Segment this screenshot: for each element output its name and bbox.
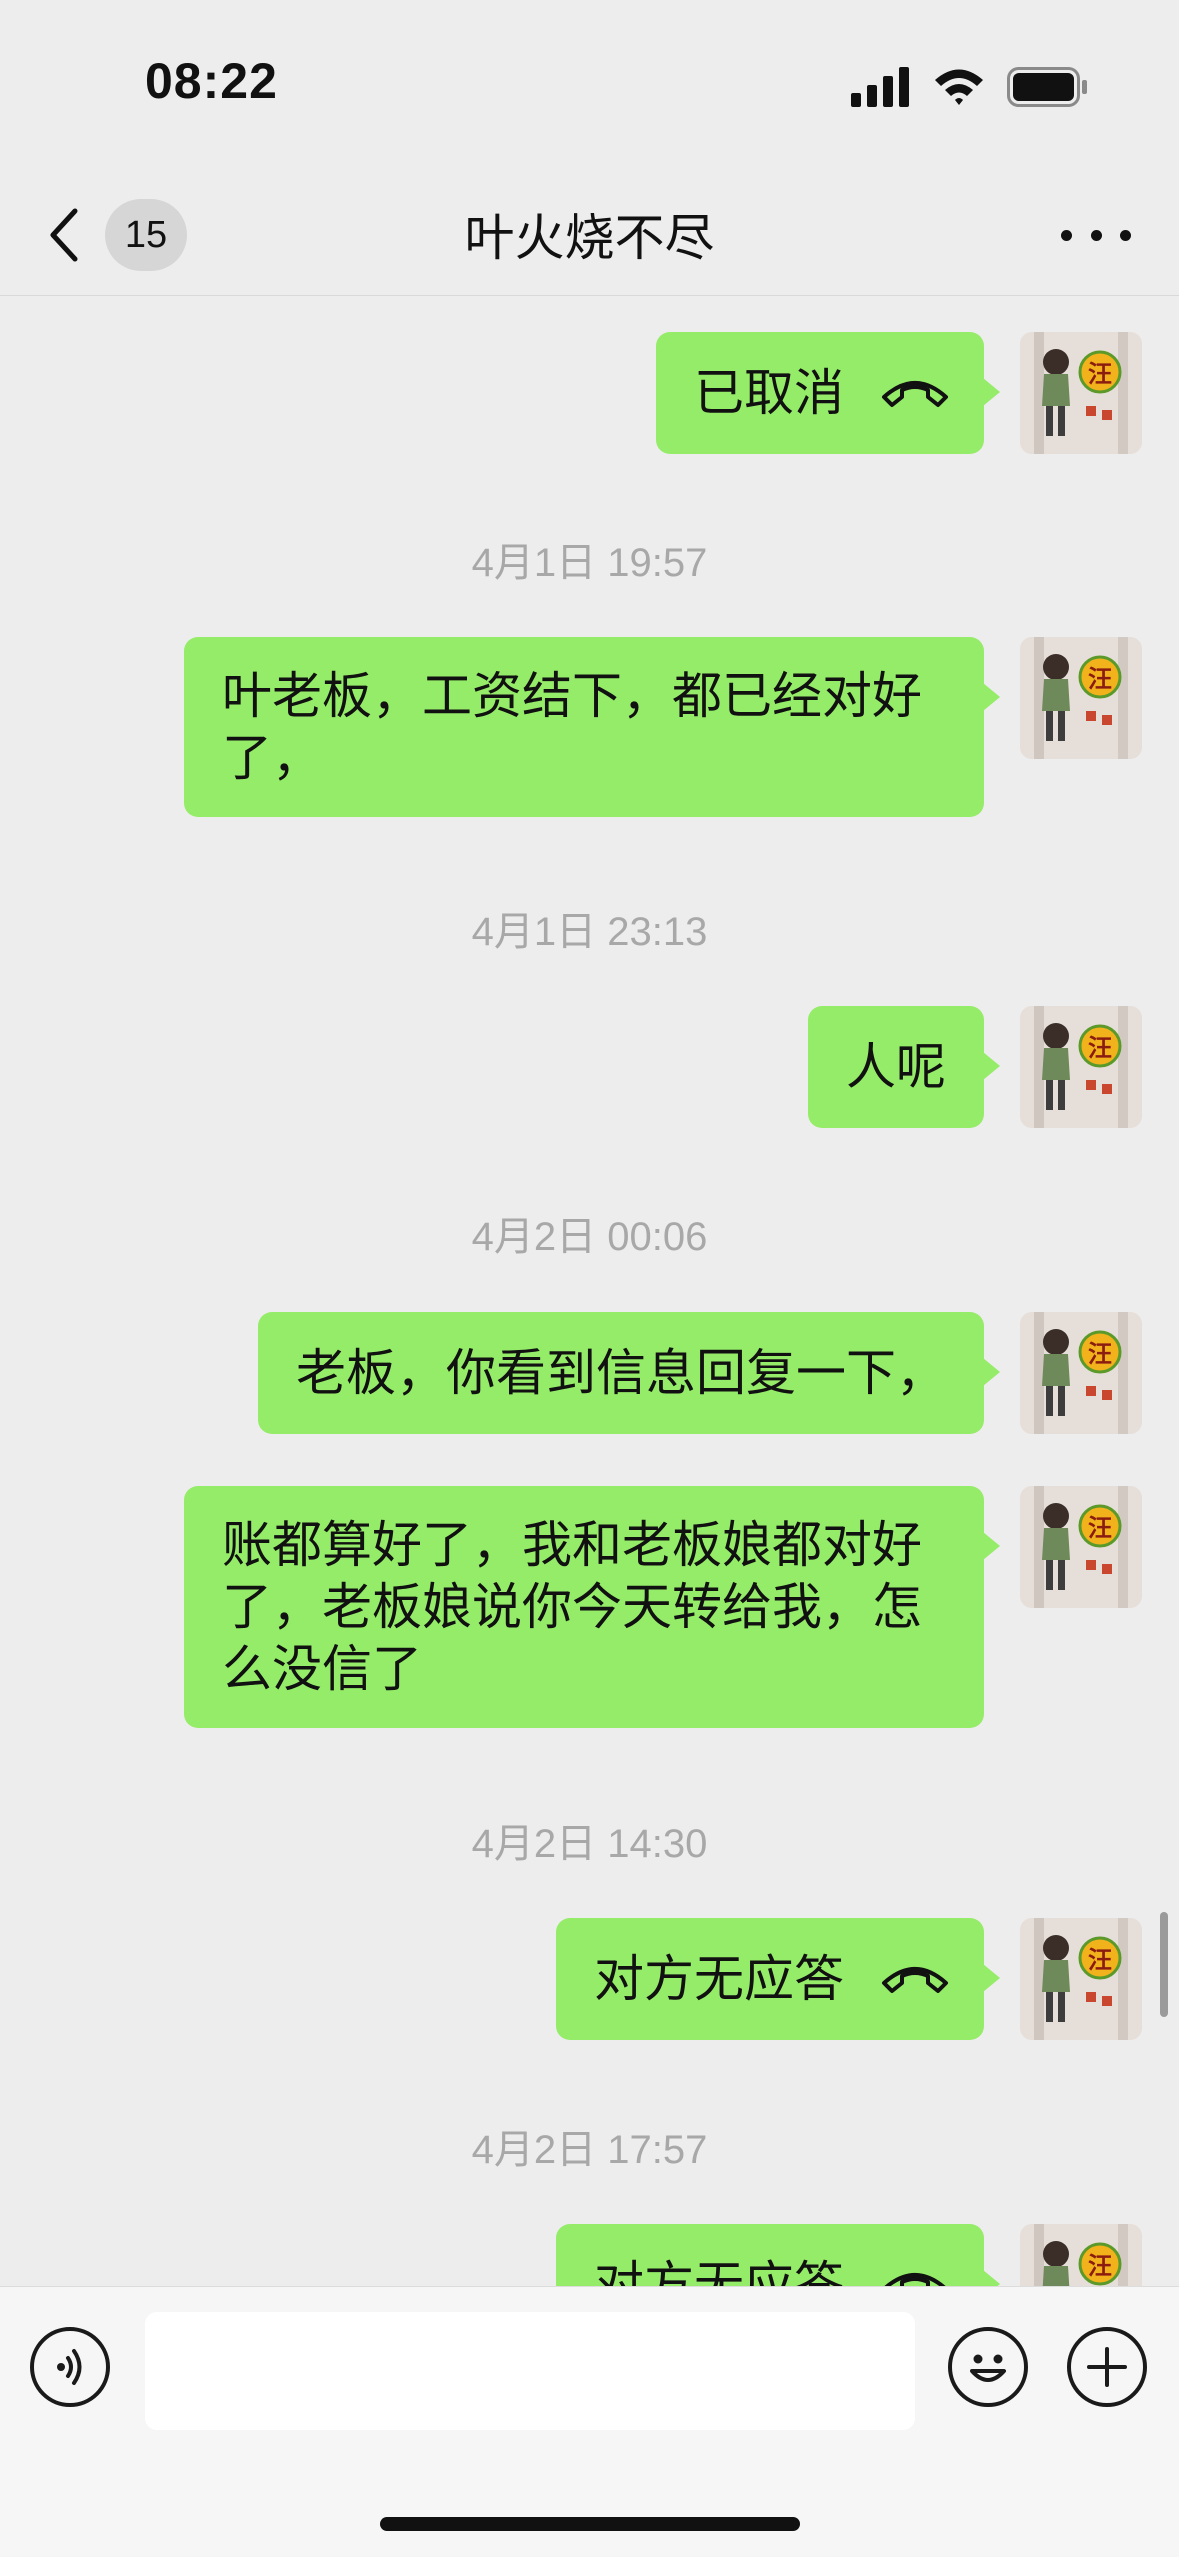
- avatar[interactable]: 汪: [1020, 1006, 1142, 1128]
- message-line: 账都算好了，我和老板娘都对好: [222, 1516, 922, 1574]
- message-bubble[interactable]: 人呢: [808, 1006, 1000, 1128]
- message-line: 人呢: [846, 1038, 946, 1096]
- message-bubble[interactable]: 老板，你看到信息回复一下，: [258, 1312, 1000, 1434]
- svg-text:汪: 汪: [1088, 360, 1112, 388]
- avatar[interactable]: 汪: [1020, 1918, 1142, 2040]
- avatar-image: 汪: [1020, 1006, 1142, 1128]
- status-bar: 08:22: [0, 0, 1179, 170]
- avatar-image: 汪: [1020, 1486, 1142, 1608]
- phone-handset-icon: [884, 2273, 946, 2286]
- timestamp: 4月2日 17:57: [471, 2128, 708, 2172]
- avatar[interactable]: 汪: [1020, 332, 1142, 454]
- call-record-bubble[interactable]: 已取消: [656, 332, 1000, 454]
- message-line: 叶老板，工资结下，都已经对好: [222, 667, 922, 725]
- message-line: 了，老板娘说你今天转给我，怎: [222, 1578, 922, 1636]
- message-line: 么没信了: [222, 1640, 422, 1698]
- message-bubble[interactable]: 叶老板，工资结下，都已经对好 了，: [184, 637, 1000, 817]
- avatar-image: 汪: [1020, 332, 1142, 454]
- status-icons: [851, 62, 1089, 112]
- more-options-button[interactable]: [1061, 205, 1131, 265]
- message-line: 了，: [222, 729, 322, 787]
- svg-text:汪: 汪: [1088, 1034, 1112, 1062]
- call-status-text: 已取消: [694, 364, 844, 422]
- message-input[interactable]: [145, 2312, 915, 2430]
- avatar-image: 汪: [1020, 2224, 1142, 2286]
- emoji-button[interactable]: [948, 2327, 1028, 2407]
- phone-handset-icon: [882, 1967, 948, 1993]
- svg-text:汪: 汪: [1088, 1946, 1112, 1974]
- voice-icon: [57, 2349, 82, 2385]
- avatar-image: 汪: [1020, 1312, 1142, 1434]
- phone-handset-icon: [882, 381, 948, 407]
- status-time: 08:22: [145, 53, 278, 109]
- avatar[interactable]: 汪: [1020, 637, 1142, 759]
- avatar[interactable]: 汪: [1020, 2224, 1142, 2286]
- avatar-image: 汪: [1020, 1918, 1142, 2040]
- more-functions-button[interactable]: [1067, 2327, 1147, 2407]
- message-line: 老板，你看到信息回复一下，: [296, 1344, 946, 1402]
- call-status-text: 对方无应答: [594, 1950, 844, 2008]
- chat-title: 叶火烧不尽: [464, 209, 715, 267]
- wifi-icon: [935, 69, 983, 105]
- battery-icon: [1007, 67, 1087, 107]
- voice-input-button[interactable]: [30, 2327, 110, 2407]
- timestamp: 4月2日 00:06: [471, 1215, 708, 1259]
- avatar[interactable]: 汪: [1020, 1312, 1142, 1434]
- smiley-icon: [970, 2354, 1006, 2382]
- svg-text:汪: 汪: [1088, 665, 1112, 693]
- plus-icon: [1087, 2347, 1127, 2387]
- call-status-text: 对方无应答: [594, 2256, 844, 2286]
- avatar[interactable]: 汪: [1020, 1486, 1142, 1608]
- message-bubble[interactable]: 账都算好了，我和老板娘都对好 了，老板娘说你今天转给我，怎 么没信了: [184, 1486, 1000, 1728]
- avatar-image: 汪: [1020, 637, 1142, 759]
- svg-text:汪: 汪: [1088, 1340, 1112, 1368]
- call-record-bubble[interactable]: 对方无应答: [556, 2224, 1000, 2286]
- message-list: 已取消 汪 4月1日 19:57 叶老板，工资结下，都已经对好 了， 汪 4月1…: [0, 296, 1179, 2286]
- more-dots-icon: [1061, 229, 1072, 241]
- cellular-signal-icon: [851, 67, 909, 107]
- home-indicator: [380, 2517, 800, 2531]
- chat-header: 15 叶火烧不尽: [0, 170, 1179, 296]
- svg-text:汪: 汪: [1088, 2252, 1112, 2280]
- scrollbar[interactable]: [1160, 1912, 1168, 2017]
- timestamp: 4月2日 14:30: [471, 1822, 708, 1866]
- timestamp: 4月1日 19:57: [471, 541, 708, 585]
- timestamp: 4月1日 23:13: [471, 910, 708, 954]
- svg-text:汪: 汪: [1088, 1514, 1112, 1542]
- call-record-bubble[interactable]: 对方无应答: [556, 1918, 1000, 2040]
